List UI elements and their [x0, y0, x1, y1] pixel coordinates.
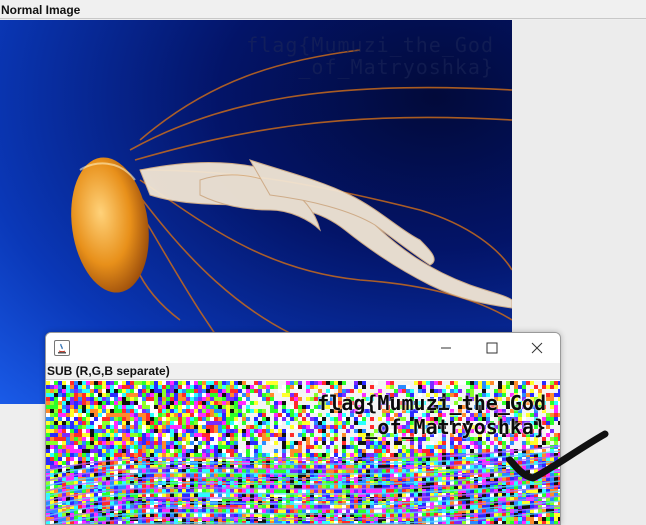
panel-label: SUB (R,G,B separate)	[46, 363, 560, 380]
close-icon	[531, 342, 543, 354]
maximize-button[interactable]	[469, 333, 515, 363]
close-button[interactable]	[514, 333, 560, 363]
checkmark-annotation	[506, 430, 609, 482]
titlebar[interactable]	[46, 333, 560, 363]
sub-window[interactable]: SUB (R,G,B separate) flag{Mumuzi_the_God…	[45, 332, 561, 525]
minimize-icon	[441, 347, 451, 349]
hidden-flag-text: flag{Mumuzi_the_God _of_Matryoshka}	[246, 33, 494, 79]
minimize-button[interactable]	[423, 333, 469, 363]
panel-title: Normal Image	[0, 0, 646, 19]
java-icon	[54, 340, 70, 356]
rgb-sub-image: flag{Mumuzi_the_God _of_Matryoshka}	[46, 381, 560, 524]
maximize-icon	[486, 342, 498, 354]
